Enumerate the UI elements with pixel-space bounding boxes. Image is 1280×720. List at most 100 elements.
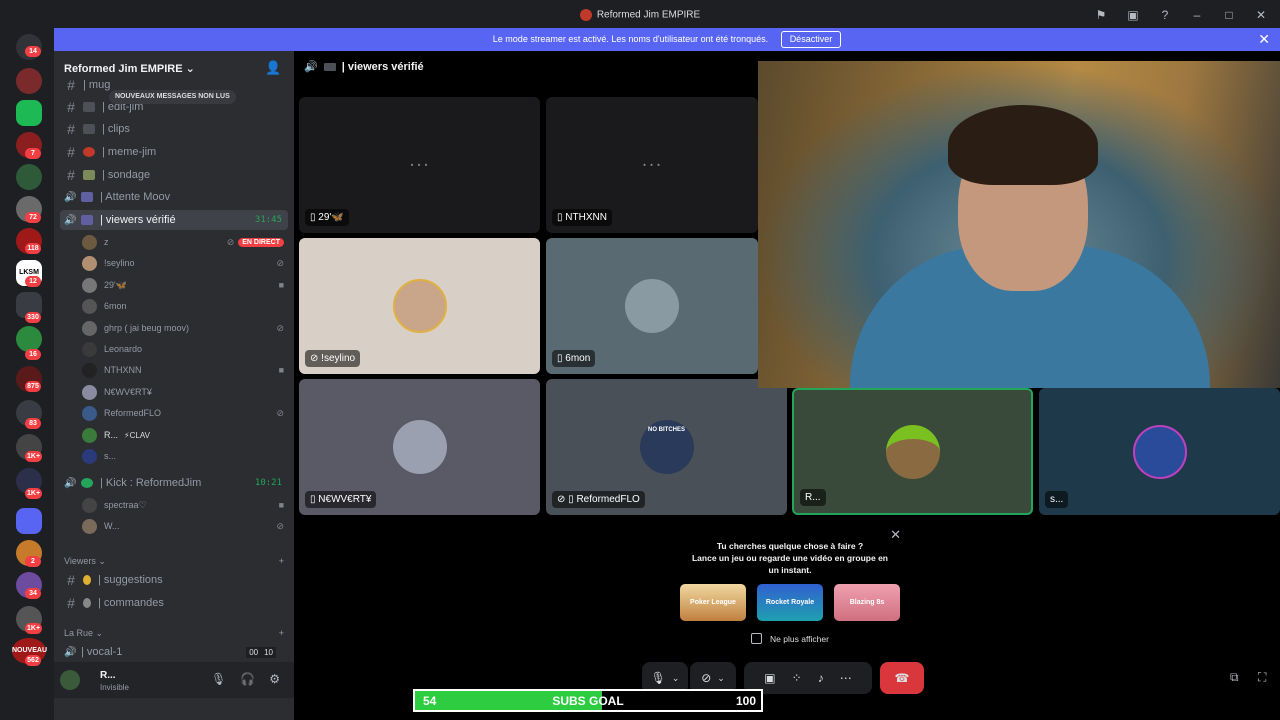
close-icon[interactable]: ✕ (1252, 6, 1270, 24)
microphone-icon[interactable]: 🎙 (211, 672, 226, 686)
participant-tile-speaking[interactable]: R... (792, 388, 1033, 515)
unread-badge: 72 (25, 212, 41, 223)
unread-badge: 34 (25, 588, 41, 599)
chevron-down-icon[interactable]: ⌄ (672, 673, 680, 684)
dont-show-again-option[interactable]: Ne plus afficher (671, 633, 909, 644)
channel-label: | Attente Moov (100, 191, 171, 203)
channel-sondage[interactable]: # | sondage (60, 165, 288, 185)
activities-icon[interactable]: ⁘ (792, 671, 802, 685)
voice-user[interactable]: W... ⊘ (82, 516, 288, 536)
inbox-icon[interactable]: ▣ (1124, 6, 1142, 24)
unread-badge: 14 (25, 46, 41, 57)
server-icon[interactable] (16, 164, 42, 190)
unread-badge: 562 (25, 655, 41, 666)
participant-tile[interactable]: • • • ▯ 29'🦋 (299, 97, 540, 233)
participant-name-text: N€WV€RT¥ (318, 494, 372, 505)
disable-streamer-button[interactable]: Désactiver (780, 31, 842, 48)
channel-commandes[interactable]: # | commandes (60, 593, 288, 613)
speaker-icon: 🔊 (304, 61, 318, 73)
mic-muted-icon: ⊘ (276, 322, 284, 333)
channel-viewers-verifie[interactable]: 🔊 | viewers vérifié 31:45 (60, 210, 288, 230)
server-name-header[interactable]: Reformed Jim EMPIRE ⌄ (64, 62, 195, 75)
call-header: 🔊 | viewers vérifié (304, 60, 424, 74)
server-icon[interactable] (16, 68, 42, 94)
flag-icon[interactable]: ⚑ (1092, 6, 1110, 24)
participant-name: ▯ NTHXNN (552, 209, 612, 226)
voice-user[interactable]: Leonardo (82, 339, 288, 359)
speaker-icon: 🔊 (64, 215, 77, 226)
voice-count-current: 00 (246, 646, 262, 658)
loading-indicator: • • • (410, 160, 429, 170)
heart-icon (81, 478, 93, 488)
participant-tile[interactable]: s... (1039, 388, 1280, 515)
mic-muted-icon: ⊘ (276, 520, 284, 531)
voice-user[interactable]: R... ⚡CLAV (82, 425, 288, 445)
screen-share-icon[interactable]: ▣ (764, 671, 775, 685)
live-badge[interactable]: EN DIRECT (238, 237, 284, 247)
banner-text: Le mode streamer est activé. Les noms d'… (492, 34, 769, 44)
hash-icon: # (67, 167, 75, 183)
camera-off-icon: ⊘ (701, 671, 712, 685)
category-la-rue[interactable]: La Rue ⌄ + (64, 628, 284, 639)
channel-attente-moov[interactable]: 🔊 | Attente Moov (60, 187, 288, 207)
unread-badge: 83 (25, 418, 41, 429)
disconnect-button[interactable]: ☎ (880, 662, 924, 694)
headphones-icon[interactable]: 🎧 (240, 672, 255, 686)
server-name: Reformed Jim EMPIRE (64, 63, 183, 75)
participant-tile[interactable]: NO BITCHES ⊘ ▯ ReformedFLO (546, 379, 787, 515)
voice-user[interactable]: NTHXNN ■ (82, 360, 288, 380)
voice-user-name: 6mon (104, 301, 127, 311)
kick-server-icon[interactable] (16, 100, 42, 126)
minimize-icon[interactable]: – (1188, 6, 1206, 24)
voice-user[interactable]: N€WV€RT¥ (82, 382, 288, 402)
voice-user[interactable]: spectraa♡ ■ (82, 495, 288, 515)
voice-user-name: ReformedFLO (104, 408, 162, 418)
participant-tile[interactable]: ▯ N€WV€RT¥ (299, 379, 540, 515)
unread-messages-pill[interactable]: NOUVEAUX MESSAGES NON LUS (109, 90, 236, 104)
voice-user[interactable]: ReformedFLO ⊘ (82, 403, 288, 423)
help-icon[interactable]: ? (1156, 6, 1174, 24)
user-name[interactable]: R... (54, 670, 116, 681)
soundboard-icon[interactable]: ♪ (818, 671, 824, 685)
avatar (82, 277, 97, 293)
channel-vocal-1[interactable]: 🔊 | vocal-1 00 10 (60, 642, 288, 662)
channel-meme-jim[interactable]: # | meme-jim (60, 142, 288, 162)
activity-blazing-8s[interactable]: Blazing 8s (834, 584, 900, 621)
voice-user[interactable]: 29'🦋 ■ (82, 275, 288, 295)
channel-clips[interactable]: # | clips (60, 119, 288, 139)
banner-close-icon[interactable]: ✕ (1258, 28, 1270, 51)
voice-user-name: NTHXNN (104, 365, 142, 375)
voice-user[interactable]: z ⊘ EN DIRECT (82, 232, 288, 252)
activity-poker-league[interactable]: Poker League (680, 584, 746, 621)
chevron-down-icon[interactable]: ⌄ (717, 673, 725, 684)
participant-tile[interactable]: ▯ 6mon (546, 238, 758, 374)
add-channel-icon[interactable]: + (279, 556, 284, 567)
category-viewers[interactable]: Viewers ⌄ + (64, 556, 284, 567)
participant-name-text: ReformedFLO (576, 494, 640, 505)
voice-user[interactable]: s... (82, 446, 288, 466)
popup-title: Tu cherches quelque chose à faire ? (716, 541, 864, 551)
gear-icon[interactable]: ⚙ (269, 672, 280, 686)
voice-user[interactable]: ghrp ( jai beug moov) ⊘ (82, 318, 288, 338)
add-channel-icon[interactable]: + (279, 628, 284, 639)
voice-user[interactable]: !seylino ⊘ (82, 253, 288, 273)
speaker-icon: 🔊 (64, 478, 77, 489)
voice-user[interactable]: 6mon (82, 296, 288, 316)
channel-suggestions[interactable]: # | suggestions (60, 570, 288, 590)
activity-rocket-royale[interactable]: Rocket Royale (757, 584, 823, 621)
avatar (82, 405, 97, 421)
more-options-icon[interactable]: ⋯ (840, 671, 852, 685)
window-title-text: Reformed Jim EMPIRE (596, 9, 701, 21)
participant-tile[interactable]: • • • ▯ NTHXNN (546, 97, 758, 233)
fullscreen-icon[interactable]: ⛶ (1258, 670, 1274, 686)
channel-kick[interactable]: 🔊 | Kick : ReformedJim 10:21 (60, 473, 288, 493)
invite-people-icon[interactable]: 👤 (265, 60, 281, 76)
close-icon[interactable]: ✕ (890, 527, 901, 543)
avatar (82, 497, 97, 513)
popout-icon[interactable]: ⧉ (1230, 670, 1246, 686)
folder-icon[interactable] (16, 508, 42, 534)
maximize-icon[interactable]: □ (1220, 6, 1238, 24)
dont-show-again-checkbox[interactable] (751, 633, 763, 644)
voice-user-name: s... (104, 451, 117, 461)
participant-tile[interactable]: ⊘ !seylino (299, 238, 540, 374)
